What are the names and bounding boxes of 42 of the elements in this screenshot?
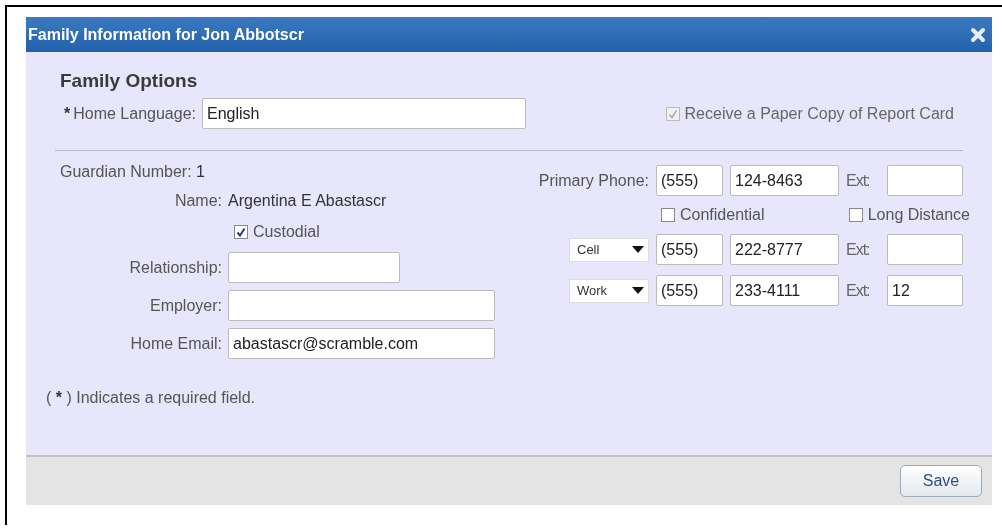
checkbox-label: Confidential [680, 206, 765, 224]
checkbox-label: Long Distance [867, 206, 970, 224]
save-button[interactable]: Save [900, 465, 982, 497]
phone-number-field[interactable]: 222-8777 [730, 234, 839, 265]
guardian-number: 1 [196, 163, 205, 180]
phone-number-field[interactable]: 124-8463 [730, 165, 839, 196]
field-label: Guardian Number: [60, 163, 192, 180]
checkbox[interactable] [661, 208, 675, 222]
window-title: Family Information for Jon Abbotscr [28, 25, 304, 44]
field-label: Ext: [846, 240, 871, 259]
close-icon[interactable] [970, 26, 986, 43]
field-label: Employer: [148, 296, 222, 315]
section-heading: Family Options [60, 70, 199, 92]
field-label: Primary Phone: [537, 171, 649, 190]
phone-type-dropdown[interactable]: Work [569, 278, 649, 303]
field-label: Ext: [846, 171, 871, 190]
required-mark: * [64, 104, 71, 123]
caret-icon [632, 287, 644, 294]
area-code-field[interactable]: (555) [656, 234, 723, 265]
phone-type-dropdown[interactable]: Cell [569, 237, 649, 262]
input-field[interactable] [228, 252, 400, 283]
area-code-field[interactable]: (555) [656, 275, 723, 306]
input-field[interactable] [228, 290, 495, 321]
checkbox-label: Custodial [253, 223, 320, 241]
footnote: ( * ) Indicates a required field. [46, 389, 256, 407]
input-field[interactable]: abastascr@scramble.com [228, 328, 495, 359]
phone-number-field[interactable]: 233-4111 [730, 275, 839, 306]
guardian-name: Argentina E Abastascr [228, 192, 388, 210]
checkbox-label: Receive a Paper Copy of Report Card [684, 104, 954, 123]
caret-icon [632, 246, 644, 253]
checkbox[interactable] [848, 208, 863, 222]
extension-field[interactable] [887, 165, 963, 196]
extension-field[interactable] [887, 234, 963, 265]
field-label: Ext: [846, 281, 871, 300]
field-label: Home Language: [73, 104, 196, 123]
input-field[interactable]: English [202, 98, 526, 129]
field-label: Name: [173, 192, 222, 210]
checkbox[interactable] [234, 225, 248, 239]
field-label: Home Email: [129, 334, 222, 353]
extension-field[interactable]: 12 [887, 275, 963, 306]
field-label: Relationship: [128, 258, 222, 277]
area-code-field[interactable]: (555) [656, 165, 723, 196]
